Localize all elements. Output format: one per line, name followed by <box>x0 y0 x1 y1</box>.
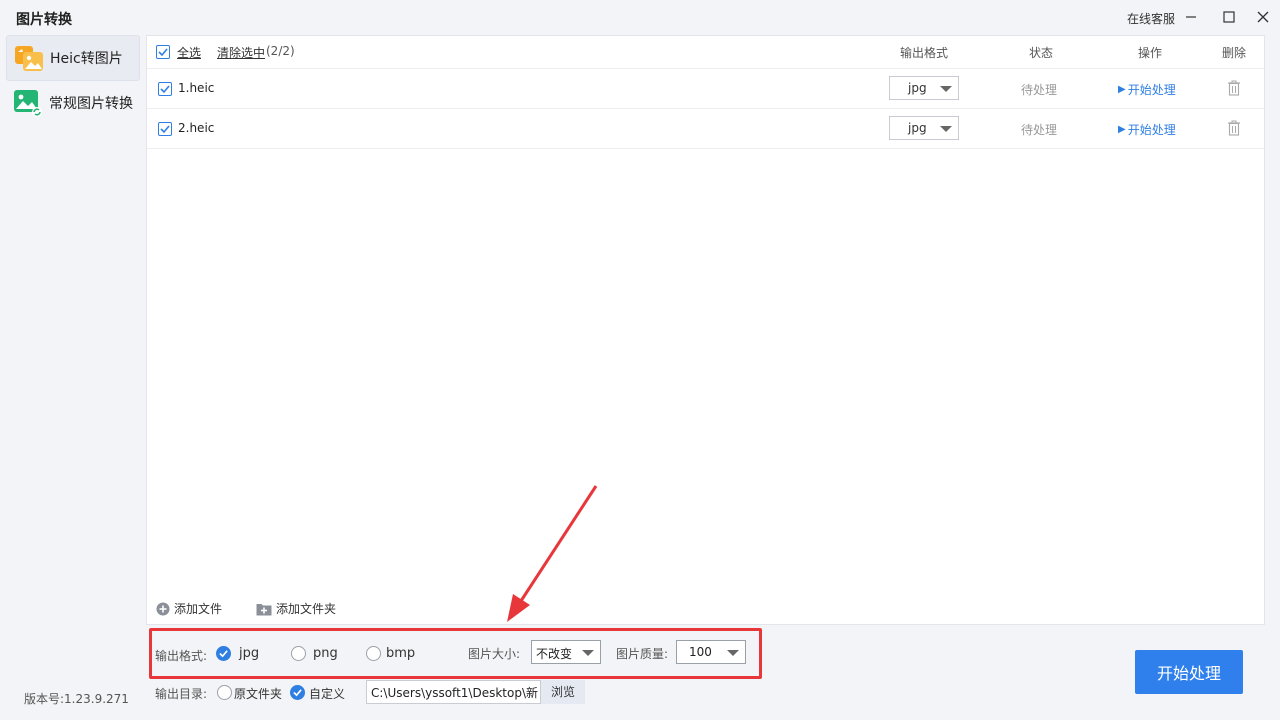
clear-selected-link[interactable]: 清除选中 <box>217 44 265 61</box>
add-folder-label: 添加文件夹 <box>276 602 337 616</box>
format-value: jpg <box>908 81 927 95</box>
sidebar: Heic转图片 常规图片转换 版本号:1.23.9.271 <box>0 34 146 720</box>
start-row-button[interactable]: ▶ 开始处理 <box>1118 121 1176 138</box>
file-name: 2.heic <box>178 121 215 135</box>
row-checkbox[interactable] <box>158 82 172 96</box>
status-text: 待处理 <box>1021 123 1058 137</box>
check-icon <box>160 125 170 134</box>
minimize-icon <box>1186 16 1196 18</box>
action-label: 开始处理 <box>1127 83 1176 97</box>
dir-radio-custom[interactable] <box>290 685 305 700</box>
start-row-button[interactable]: ▶ 开始处理 <box>1118 81 1176 98</box>
output-path-input[interactable] <box>367 681 540 703</box>
close-icon <box>1257 11 1269 23</box>
list-header: 全选 清除选中 (2/2) 输出格式 状态 操作 删除 <box>147 36 1264 69</box>
status-text: 待处理 <box>1021 83 1058 97</box>
dir-radio-original[interactable] <box>217 685 232 700</box>
column-header-format: 输出格式 <box>900 46 949 60</box>
maximize-icon <box>1223 11 1235 23</box>
play-icon: ▶ <box>1118 84 1126 95</box>
column-header-delete: 删除 <box>1222 46 1247 60</box>
maximize-button[interactable] <box>1218 6 1240 28</box>
output-dir-label: 输出目录: <box>155 687 208 701</box>
list-footer: 添加文件 添加文件夹 <box>147 594 1264 625</box>
file-name: 1.heic <box>178 81 215 95</box>
dir-option-label: 自定义 <box>309 687 346 701</box>
select-all-checkbox[interactable] <box>156 45 170 59</box>
format-select[interactable]: jpg <box>889 116 959 140</box>
format-select[interactable]: jpg <box>889 76 959 100</box>
output-path-field[interactable] <box>366 680 541 704</box>
start-process-button[interactable]: 开始处理 <box>1135 650 1243 694</box>
close-button[interactable] <box>1252 6 1274 28</box>
browse-button[interactable]: 浏览 <box>541 680 585 704</box>
sidebar-item-image-convert[interactable]: 常规图片转换 <box>6 80 140 126</box>
sidebar-item-label: 常规图片转换 <box>49 96 133 112</box>
chevron-down-icon <box>940 126 952 132</box>
check-icon <box>158 48 168 57</box>
version-text: 版本号:1.23.9.271 <box>24 692 129 706</box>
highlight-box <box>149 628 762 679</box>
add-file-label: 添加文件 <box>174 602 223 616</box>
trash-icon[interactable] <box>1227 120 1241 136</box>
format-value: jpg <box>908 121 927 135</box>
heic-convert-icon <box>15 46 43 71</box>
dir-option-label: 原文件夹 <box>234 687 283 701</box>
add-folder-button[interactable]: 添加文件夹 <box>256 600 336 617</box>
column-header-status: 状态 <box>1029 46 1054 60</box>
play-icon: ▶ <box>1118 124 1126 135</box>
column-header-action: 操作 <box>1138 46 1163 60</box>
app-title: 图片转换 <box>16 12 72 28</box>
table-row: 2.heic jpg 待处理 ▶ 开始处理 <box>147 109 1264 149</box>
online-service-link[interactable]: 在线客服 <box>1127 10 1175 27</box>
sidebar-item-heic[interactable]: Heic转图片 <box>6 35 140 81</box>
file-list-panel: 全选 清除选中 (2/2) 输出格式 状态 操作 删除 1.heic jpg 待… <box>146 35 1265 625</box>
add-file-button[interactable]: 添加文件 <box>156 600 222 617</box>
row-checkbox[interactable] <box>158 122 172 136</box>
table-row: 1.heic jpg 待处理 ▶ 开始处理 <box>147 69 1264 109</box>
title-bar: 图片转换 在线客服 <box>0 0 1280 34</box>
select-all-link[interactable]: 全选 <box>177 44 201 61</box>
add-folder-icon <box>256 603 272 615</box>
check-icon <box>160 85 170 94</box>
sidebar-item-label: Heic转图片 <box>50 51 123 67</box>
trash-icon[interactable] <box>1227 80 1241 96</box>
action-label: 开始处理 <box>1127 123 1176 137</box>
image-convert-icon <box>14 90 42 117</box>
add-circle-icon <box>156 602 170 615</box>
chevron-down-icon <box>940 86 952 92</box>
selected-count: (2/2) <box>266 44 295 58</box>
check-icon <box>293 689 302 697</box>
minimize-button[interactable] <box>1180 6 1202 28</box>
